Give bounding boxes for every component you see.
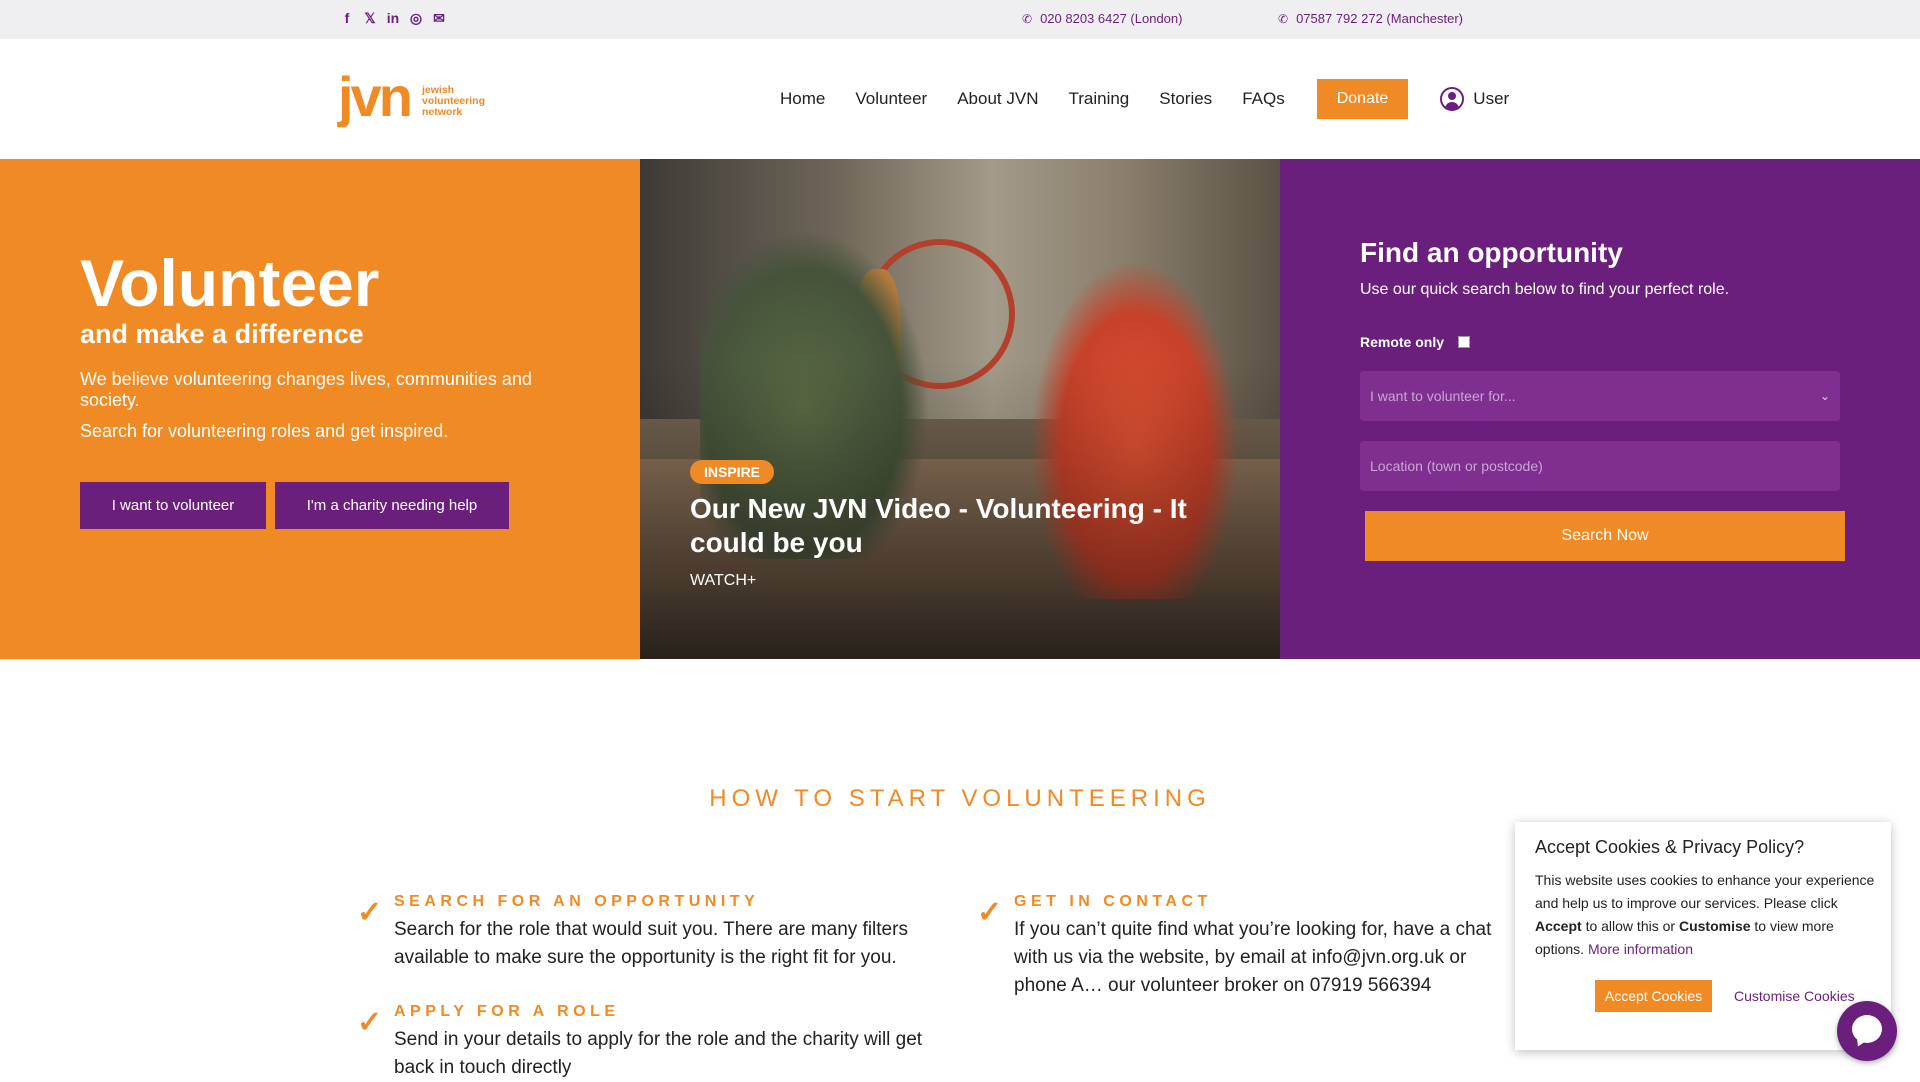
- remote-only-filter[interactable]: Remote only: [1360, 334, 1471, 350]
- check-icon: ✓: [977, 896, 1003, 929]
- logo-line-3: network: [422, 106, 463, 118]
- social-links: f 𝕏 in ◎ ✉: [340, 9, 446, 27]
- category-badge: INSPIRE: [690, 460, 775, 484]
- phone-london-text: 020 8203 6427 (London): [1040, 11, 1183, 26]
- main-nav: Home Volunteer About JVN Training Storie…: [780, 79, 1509, 119]
- step-title: SEARCH FOR AN OPPORTUNITY: [394, 893, 760, 910]
- remote-only-label: Remote only: [1360, 334, 1445, 350]
- jvn-logo[interactable]: jvn jewish volunteering network: [338, 59, 498, 134]
- phone-manchester-text: 07587 792 272 (Manchester): [1296, 11, 1464, 26]
- x-icon[interactable]: 𝕏: [363, 9, 377, 27]
- hero-subtitle: and make a difference: [80, 319, 364, 349]
- search-button[interactable]: Search Now: [1365, 511, 1845, 561]
- top-bar: f 𝕏 in ◎ ✉ ✆ 020 8203 6427 (London) ✆ 07…: [0, 0, 1920, 39]
- step-title: APPLY FOR A ROLE: [394, 1003, 620, 1020]
- user-label: User: [1473, 89, 1510, 108]
- phone-manchester[interactable]: ✆ 07587 792 272 (Manchester): [1278, 11, 1463, 26]
- section-title: HOW TO START VOLUNTEERING: [709, 785, 1211, 812]
- charity-button[interactable]: I'm a charity needing help: [275, 482, 509, 529]
- step-body: If you can’t quite find what you’re look…: [1014, 919, 1492, 996]
- cookie-consent-panel: Accept Cookies & Privacy Policy? This we…: [1515, 822, 1891, 1050]
- volunteer-button[interactable]: I want to volunteer: [80, 482, 266, 529]
- watch-link[interactable]: WATCH+: [690, 572, 756, 590]
- accept-cookies-button[interactable]: Accept Cookies: [1595, 980, 1712, 1012]
- search-title: Find an opportunity: [1360, 237, 1623, 268]
- step-body: Search for the role that would suit you.…: [394, 919, 908, 968]
- hero-paragraph-1: We believe volunteering changes lives, c…: [80, 369, 532, 410]
- customise-cookies-button[interactable]: Customise Cookies: [1734, 980, 1855, 1012]
- cookie-title: Accept Cookies & Privacy Policy?: [1535, 837, 1805, 857]
- phone-icon: ✆: [1022, 11, 1033, 26]
- facebook-icon[interactable]: f: [340, 9, 354, 27]
- cookie-text-part: to allow this or: [1581, 918, 1679, 934]
- search-subtitle: Use our quick search below to find your …: [1360, 281, 1730, 298]
- remote-only-checkbox[interactable]: [1458, 336, 1471, 348]
- email-icon[interactable]: ✉: [432, 9, 446, 27]
- nav-about[interactable]: About JVN: [957, 79, 1038, 119]
- phone-london[interactable]: ✆ 020 8203 6427 (London): [1022, 11, 1182, 26]
- nav-volunteer[interactable]: Volunteer: [855, 79, 927, 119]
- role-select-value: I want to volunteer for...: [1370, 388, 1516, 404]
- location-placeholder: Location (town or postcode): [1370, 458, 1543, 474]
- hero-paragraph-2: Search for volunteering roles and get in…: [80, 421, 449, 441]
- cookie-customise-word: Customise: [1678, 918, 1751, 934]
- role-select[interactable]: I want to volunteer for... ⌄: [1360, 371, 1840, 421]
- video-title[interactable]: Our New JVN Video - Volunteering - It co…: [690, 492, 1210, 560]
- chat-launcher[interactable]: [1837, 1001, 1897, 1061]
- location-input[interactable]: Location (town or postcode): [1360, 441, 1840, 491]
- nav-training[interactable]: Training: [1068, 79, 1129, 119]
- user-icon: [1440, 87, 1465, 111]
- phone-icon: ✆: [1278, 11, 1289, 26]
- hero-title: Volunteer: [80, 246, 380, 320]
- nav-faqs[interactable]: FAQs: [1242, 79, 1285, 119]
- hero-intro: Volunteer and make a difference We belie…: [0, 159, 640, 659]
- featured-video[interactable]: INSPIRE Our New JVN Video - Volunteering…: [640, 159, 1280, 659]
- donate-button[interactable]: Donate: [1316, 79, 1409, 119]
- chevron-down-icon: ⌄: [1819, 389, 1830, 403]
- check-icon: ✓: [357, 1006, 383, 1039]
- logo-wordmark: jewish volunteering network: [422, 85, 485, 118]
- nav-stories[interactable]: Stories: [1159, 79, 1212, 119]
- hero: Volunteer and make a difference We belie…: [0, 159, 1920, 659]
- site-header: jvn jewish volunteering network Home Vol…: [0, 39, 1920, 159]
- cookie-accept-word: Accept: [1535, 918, 1582, 934]
- instagram-icon[interactable]: ◎: [409, 9, 423, 27]
- logo-mark: jvn: [338, 65, 413, 128]
- cookie-text-part: This website uses cookies to enhance you…: [1535, 872, 1875, 911]
- step-title: GET IN CONTACT: [1014, 893, 1212, 910]
- step-body: Send in your details to apply for the ro…: [394, 1029, 923, 1078]
- linkedin-icon[interactable]: in: [386, 9, 400, 27]
- chat-bubble-icon: [1852, 1015, 1882, 1043]
- cookie-text: This website uses cookies to enhance you…: [1535, 869, 1880, 961]
- user-menu[interactable]: User: [1440, 87, 1509, 111]
- search-panel: Find an opportunity Use our quick search…: [1280, 159, 1920, 659]
- nav-home[interactable]: Home: [780, 79, 825, 119]
- more-information-link[interactable]: More information: [1588, 941, 1693, 957]
- check-icon: ✓: [357, 896, 383, 929]
